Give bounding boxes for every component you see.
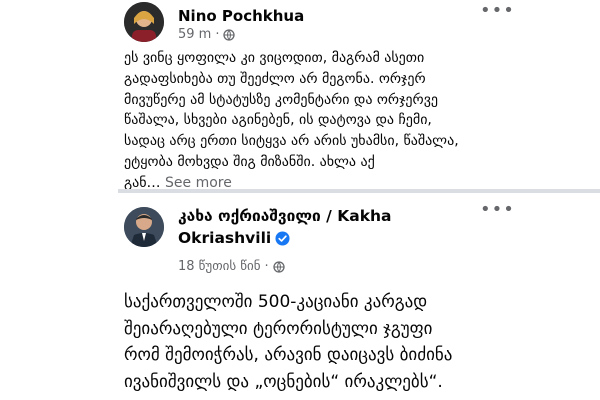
post-time[interactable]: 59 m [178, 27, 211, 42]
author-name[interactable]: კახა ოქრიაშვილი / Kakha Okriashvili [178, 205, 478, 249]
avatar[interactable] [124, 207, 164, 247]
post-body: საქართველოში 500-კაციანი კარგად შეიარაღე… [124, 292, 453, 392]
globe-icon [273, 260, 285, 273]
author-name-line2: Okriashvili [178, 229, 272, 247]
globe-icon [223, 28, 236, 41]
post-kakha: კახა ოქრიაშვილი / Kakha Okriashvili 18 წ… [0, 195, 600, 400]
author-name-line1: კახა ოქრიაშვილი / Kakha [178, 207, 392, 225]
post-divider [118, 189, 600, 193]
avatar-image [124, 2, 164, 42]
post-meta: 18 წუთის წინ · [178, 259, 285, 274]
post-body: ეს ვინც ყოფილა კი ვიცოდით, მაგრამ ასეთი … [124, 48, 464, 194]
verified-badge-icon [275, 231, 290, 246]
meta-separator: · [264, 259, 269, 274]
post-nino: Nino Pochkhua 59 m · ••• ეს ვინც ყოფილა … [0, 0, 600, 191]
author-name[interactable]: Nino Pochkhua [178, 6, 304, 26]
post-time[interactable]: 18 წუთის წინ [178, 259, 261, 274]
avatar[interactable] [124, 2, 164, 42]
more-options-icon[interactable]: ••• [480, 199, 515, 220]
post-meta: 59 m · [178, 27, 236, 42]
post-text: ეს ვინც ყოფილა კი ვიცოდით, მაგრამ ასეთი … [124, 50, 459, 191]
meta-separator: · [215, 27, 220, 42]
avatar-image [124, 207, 164, 247]
more-options-icon[interactable]: ••• [480, 0, 515, 21]
